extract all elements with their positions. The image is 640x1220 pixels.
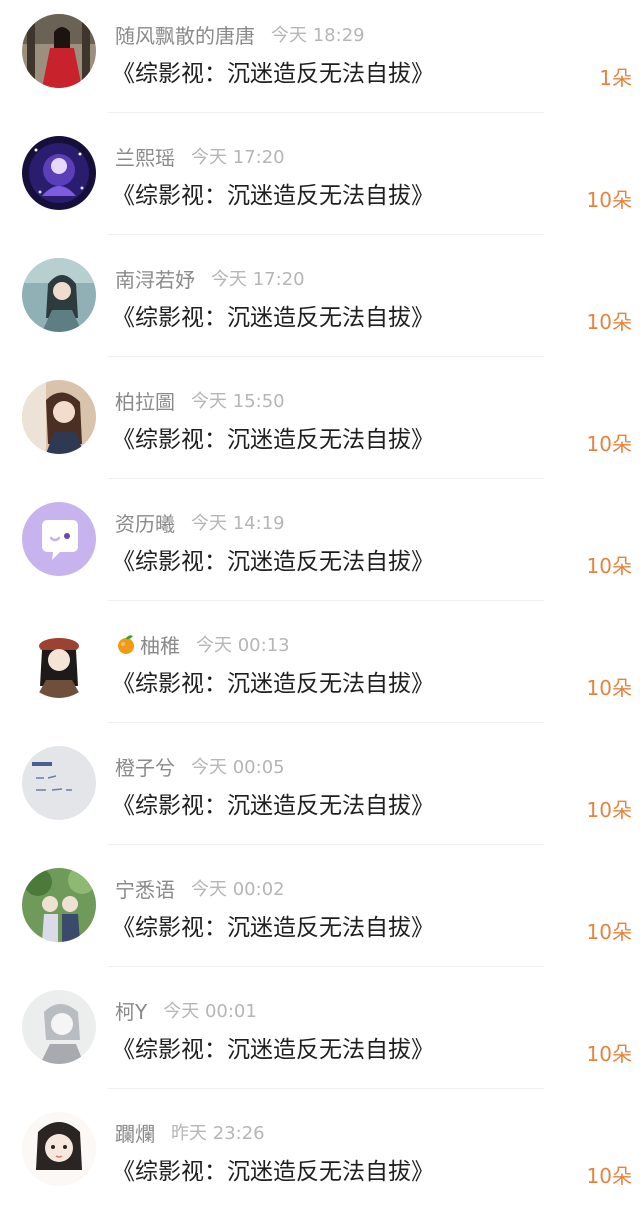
timestamp: 今天 00:05 [191, 757, 285, 778]
divider [108, 600, 544, 601]
avatar-couple-forest-icon[interactable] [22, 868, 96, 942]
user-name[interactable]: 柯Y [115, 996, 147, 1025]
user-name[interactable]: 随风飘散的唐唐 [115, 20, 255, 49]
user-name[interactable]: 兰熙瑶 [115, 142, 175, 171]
avatar-girl-red-dress-icon[interactable] [22, 14, 96, 88]
divider [108, 234, 544, 235]
gift-amount: 10朵 [586, 920, 632, 944]
user-name[interactable]: 柚稚 [140, 630, 180, 659]
divider [108, 966, 544, 967]
timestamp: 今天 14:19 [191, 513, 285, 534]
list-item[interactable]: 南浔若妤 今天 17:20 《综影视：沉迷造反无法自拔》 10朵 [0, 244, 640, 366]
list-item[interactable]: 柚稚 今天 00:13 《综影视：沉迷造反无法自拔》 10朵 [0, 610, 640, 732]
timestamp: 今天 18:29 [271, 25, 365, 46]
user-name[interactable]: 宁悉语 [115, 874, 175, 903]
avatar-girl-sketch-icon[interactable] [22, 1112, 96, 1186]
avatar-galaxy-anime-icon[interactable] [22, 136, 96, 210]
divider [108, 844, 544, 845]
timestamp: 今天 00:01 [163, 1001, 257, 1022]
avatar-default-chat-bubble-icon[interactable] [22, 502, 96, 576]
timestamp: 今天 15:50 [191, 391, 285, 412]
divider [108, 356, 544, 357]
gift-amount: 10朵 [586, 554, 632, 578]
list-item[interactable]: 柯Y 今天 00:01 《综影视：沉迷造反无法自拔》 10朵 [0, 976, 640, 1098]
avatar-girl-beret-icon[interactable] [22, 624, 96, 698]
gift-amount: 10朵 [586, 188, 632, 212]
book-title[interactable]: 《综影视：沉迷造反无法自拔》 [112, 786, 434, 820]
user-name[interactable]: 南浔若妤 [115, 264, 195, 293]
timestamp: 今天 17:20 [191, 147, 285, 168]
avatar-handwriting-note-icon[interactable] [22, 746, 96, 820]
gift-amount: 10朵 [586, 432, 632, 456]
book-title[interactable]: 《综影视：沉迷造反无法自拔》 [112, 176, 434, 210]
user-name[interactable]: 柏拉圖 [115, 386, 175, 415]
tangerine-emoji-icon [115, 633, 137, 655]
list-item[interactable]: 兰熙瑶 今天 17:20 《综影视：沉迷造反无法自拔》 10朵 [0, 122, 640, 244]
list-item[interactable]: 宁悉语 今天 00:02 《综影视：沉迷造反无法自拔》 10朵 [0, 854, 640, 976]
list-item[interactable]: 资历曦 今天 14:19 《综影视：沉迷造反无法自拔》 10朵 [0, 488, 640, 610]
user-name[interactable]: 橙子兮 [115, 752, 175, 781]
avatar-girl-portrait-icon[interactable] [22, 380, 96, 454]
gift-amount: 10朵 [586, 310, 632, 334]
book-title[interactable]: 《综影视：沉迷造反无法自拔》 [112, 1030, 434, 1064]
gift-amount: 10朵 [586, 1042, 632, 1066]
divider [108, 478, 544, 479]
list-item[interactable]: 躝爛 昨天 23:26 《综影视：沉迷造反无法自拔》 10朵 [0, 1098, 640, 1220]
book-title[interactable]: 《综影视：沉迷造反无法自拔》 [112, 542, 434, 576]
list-item[interactable]: 橙子兮 今天 00:05 《综影视：沉迷造反无法自拔》 10朵 [0, 732, 640, 854]
list-item[interactable]: 柏拉圖 今天 15:50 《综影视：沉迷造反无法自拔》 10朵 [0, 366, 640, 488]
gift-amount: 10朵 [586, 798, 632, 822]
avatar-grey-anime-icon[interactable] [22, 990, 96, 1064]
timestamp: 今天 00:13 [196, 635, 290, 656]
book-title[interactable]: 《综影视：沉迷造反无法自拔》 [112, 664, 434, 698]
timestamp: 今天 00:02 [191, 879, 285, 900]
user-name[interactable]: 躝爛 [115, 1118, 155, 1147]
list-item[interactable]: 随风飘散的唐唐 今天 18:29 《综影视：沉迷造反无法自拔》 1朵 [0, 0, 640, 122]
gift-amount: 1朵 [599, 66, 632, 90]
user-name[interactable]: 资历曦 [115, 508, 175, 537]
divider [108, 722, 544, 723]
divider [108, 1088, 544, 1089]
book-title[interactable]: 《综影视：沉迷造反无法自拔》 [112, 420, 434, 454]
book-title[interactable]: 《综影视：沉迷造反无法自拔》 [112, 908, 434, 942]
divider [108, 112, 544, 113]
book-title[interactable]: 《综影视：沉迷造反无法自拔》 [112, 1152, 434, 1186]
gift-record-list: 随风飘散的唐唐 今天 18:29 《综影视：沉迷造反无法自拔》 1朵 兰熙瑶 今… [0, 0, 640, 1210]
gift-amount: 10朵 [586, 676, 632, 700]
gift-amount: 10朵 [586, 1164, 632, 1188]
book-title[interactable]: 《综影视：沉迷造反无法自拔》 [112, 298, 434, 332]
avatar-ancient-style-girl-icon[interactable] [22, 258, 96, 332]
book-title[interactable]: 《综影视：沉迷造反无法自拔》 [112, 54, 434, 88]
timestamp: 昨天 23:26 [171, 1123, 265, 1144]
timestamp: 今天 17:20 [211, 269, 305, 290]
